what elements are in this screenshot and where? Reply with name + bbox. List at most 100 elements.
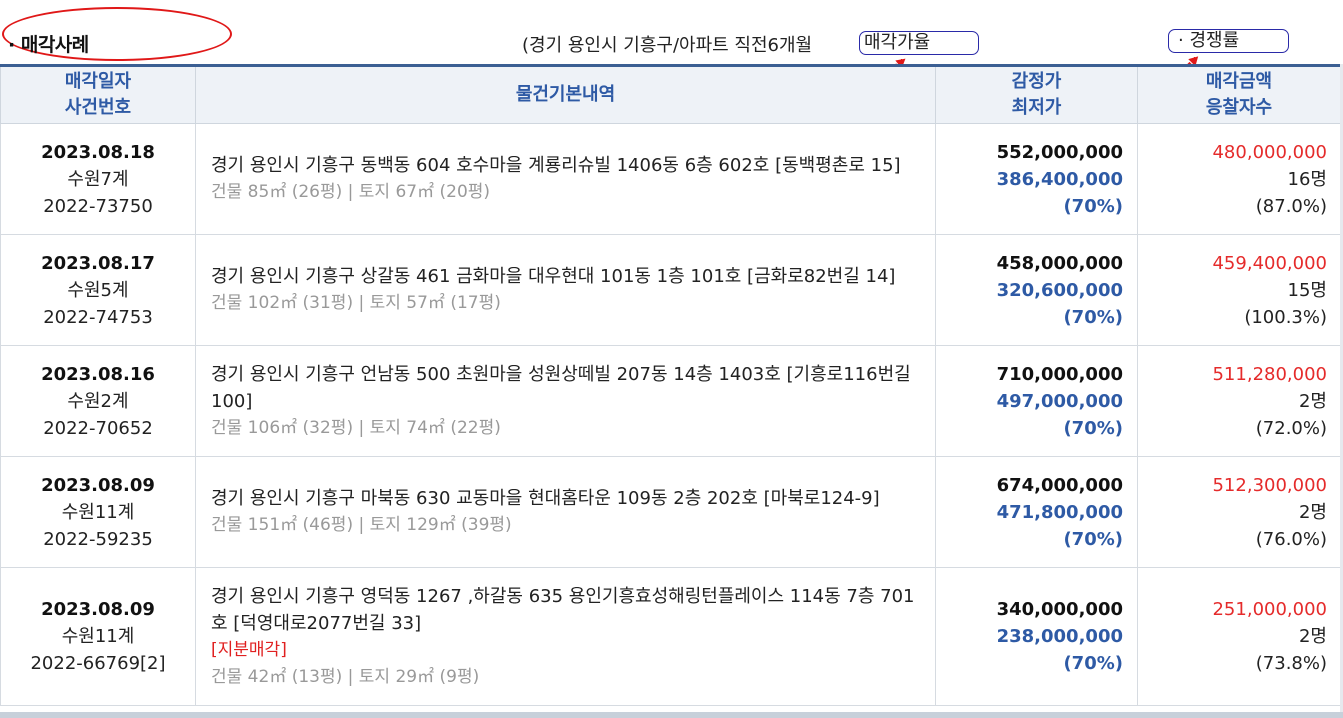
cell-price: 340,000,000 238,000,000 (70%) (935, 567, 1138, 706)
sale-rate: (73.8%) (1255, 653, 1327, 674)
cell-date-case: 2023.08.09 수원11계 2022-66769[2] (0, 567, 196, 706)
cell-sale: 512,300,000 2명 (76.0%) (1137, 456, 1341, 568)
bidder-count: 15명 (1287, 279, 1327, 301)
cell-sale: 251,000,000 2명 (73.8%) (1137, 567, 1341, 706)
bidder-count: 2명 (1298, 390, 1327, 412)
cell-date-case: 2023.08.18 수원7계 2022-73750 (0, 123, 196, 235)
table-row[interactable]: 2023.08.16 수원2계 2022-70652 경기 용인시 기흥구 언남… (0, 345, 1341, 457)
property-address-link[interactable]: 경기 용인시 기흥구 상갈동 461 금화마을 대우현대 101동 1층 101… (211, 263, 921, 290)
sale-date: 2023.08.09 (41, 599, 155, 620)
sale-date: 2023.08.18 (41, 141, 155, 163)
section-header: · 매각사례 (경기 용인시 기흥구/아파트 직전6개월 매각가율 · 경쟁률 (0, 0, 1343, 81)
competition-rate-button[interactable]: · 경쟁률 (1168, 29, 1289, 53)
cell-price: 674,000,000 471,800,000 (70%) (935, 456, 1138, 568)
table-header-row: 매각일자 사건번호 물건기본내역 감정가 최저가 매각금액 응찰자수 (0, 65, 1341, 124)
column-header-date: 매각일자 사건번호 (0, 65, 196, 124)
minimum-price: 238,000,000 (996, 626, 1123, 647)
column-header-info: 물건기본내역 (195, 65, 936, 124)
bidder-count: 2명 (1298, 626, 1327, 647)
case-number[interactable]: 2022-66769[2] (1, 650, 195, 677)
sale-date: 2023.08.17 (41, 252, 155, 274)
court-division: 수원11계 (61, 501, 135, 523)
minimum-percent: (70%) (1063, 306, 1123, 328)
column-header-line: 응찰자수 (1205, 97, 1273, 118)
court-division: 수원5계 (67, 279, 129, 301)
sale-rate-button[interactable]: 매각가율 (859, 31, 979, 55)
cell-sale: 511,280,000 2명 (72.0%) (1137, 345, 1341, 457)
appraisal-price: 674,000,000 (996, 474, 1123, 496)
column-header-line: 사건번호 (64, 97, 132, 118)
column-header-line: 물건기본내역 (515, 84, 616, 105)
sale-amount: 512,300,000 (1212, 474, 1327, 496)
sale-date: 2023.08.16 (41, 363, 155, 385)
minimum-price: 386,400,000 (996, 168, 1123, 190)
property-area: 건물 42㎡ (13평) | 토지 29㎡ (9평) (211, 666, 480, 687)
column-header-line: 감정가 (1011, 71, 1062, 92)
column-header-line: 매각일자 (64, 71, 132, 92)
cell-date-case: 2023.08.17 수원5계 2022-74753 (0, 234, 196, 346)
property-address-link[interactable]: 경기 용인시 기흥구 마북동 630 교동마을 현대홈타운 109동 2층 20… (211, 485, 921, 512)
sale-rate: (76.0%) (1255, 528, 1327, 550)
auction-results-table: 매각일자 사건번호 물건기본내역 감정가 최저가 매각금액 응찰자수 2023.… (0, 64, 1341, 706)
case-number[interactable]: 2022-73750 (1, 193, 195, 220)
bidder-count: 2명 (1298, 501, 1327, 523)
table-row[interactable]: 2023.08.17 수원5계 2022-74753 경기 용인시 기흥구 상갈… (0, 234, 1341, 346)
sale-amount: 251,000,000 (1212, 599, 1327, 620)
minimum-price: 497,000,000 (996, 390, 1123, 412)
column-header-line: 최저가 (1011, 97, 1062, 118)
column-header-price: 감정가 최저가 (935, 65, 1138, 124)
appraisal-price: 552,000,000 (996, 141, 1123, 163)
filter-summary: (경기 용인시 기흥구/아파트 직전6개월 (522, 35, 813, 56)
section-title-text: 매각사례 (20, 34, 89, 56)
cell-property-info: 경기 용인시 기흥구 영덕동 1267 ,하갈동 635 용인기흥효성해링턴플레… (195, 567, 936, 706)
case-number[interactable]: 2022-59235 (1, 526, 195, 553)
sale-amount: 480,000,000 (1212, 141, 1327, 163)
property-address-link[interactable]: 경기 용인시 기흥구 언남동 500 초원마을 성원상떼빌 207동 14층 1… (211, 361, 921, 415)
sale-amount: 511,280,000 (1212, 363, 1327, 385)
minimum-price: 320,600,000 (996, 279, 1123, 301)
share-sale-tag: [지분매각] (211, 639, 287, 660)
property-address-link[interactable]: 경기 용인시 기흥구 영덕동 1267 ,하갈동 635 용인기흥효성해링턴플레… (211, 583, 921, 637)
cell-price: 458,000,000 320,600,000 (70%) (935, 234, 1138, 346)
cell-date-case: 2023.08.16 수원2계 2022-70652 (0, 345, 196, 457)
sale-rate: (87.0%) (1255, 195, 1327, 217)
minimum-percent: (70%) (1063, 417, 1123, 439)
sale-amount: 459,400,000 (1212, 252, 1327, 274)
property-area: 건물 102㎡ (31평) | 토지 57㎡ (17평) (211, 293, 501, 313)
property-area: 건물 85㎡ (26평) | 토지 67㎡ (20평) (211, 182, 491, 202)
bidder-count: 16명 (1287, 168, 1327, 190)
sale-rate: (100.3%) (1244, 306, 1327, 328)
table-row[interactable]: 2023.08.09 수원11계 2022-66769[2] 경기 용인시 기흥… (0, 567, 1341, 706)
appraisal-price: 340,000,000 (996, 599, 1123, 620)
court-division: 수원7계 (67, 168, 129, 190)
cell-sale: 459,400,000 15명 (100.3%) (1137, 234, 1341, 346)
table-row[interactable]: 2023.08.09 수원11계 2022-59235 경기 용인시 기흥구 마… (0, 456, 1341, 568)
cell-price: 710,000,000 497,000,000 (70%) (935, 345, 1138, 457)
bottom-border (0, 712, 1343, 718)
minimum-price: 471,800,000 (996, 501, 1123, 523)
column-header-line: 매각금액 (1205, 71, 1273, 92)
sale-date: 2023.08.09 (41, 474, 155, 496)
minimum-percent: (70%) (1063, 653, 1123, 674)
cell-sale: 480,000,000 16명 (87.0%) (1137, 123, 1341, 235)
cell-property-info: 경기 용인시 기흥구 언남동 500 초원마을 성원상떼빌 207동 14층 1… (195, 345, 936, 457)
minimum-percent: (70%) (1063, 528, 1123, 550)
sale-rate: (72.0%) (1255, 417, 1327, 439)
appraisal-price: 458,000,000 (996, 252, 1123, 274)
case-number[interactable]: 2022-74753 (1, 304, 195, 331)
court-division: 수원2계 (67, 390, 129, 412)
cell-property-info: 경기 용인시 기흥구 상갈동 461 금화마을 대우현대 101동 1층 101… (195, 234, 936, 346)
section-title: · 매각사례 (8, 34, 89, 56)
cell-property-info: 경기 용인시 기흥구 마북동 630 교동마을 현대홈타운 109동 2층 20… (195, 456, 936, 568)
case-number[interactable]: 2022-70652 (1, 415, 195, 442)
property-area: 건물 106㎡ (32평) | 토지 74㎡ (22평) (211, 417, 501, 438)
court-division: 수원11계 (61, 626, 135, 647)
cell-property-info: 경기 용인시 기흥구 동백동 604 호수마을 계룡리슈빌 1406동 6층 6… (195, 123, 936, 235)
property-area: 건물 151㎡ (46평) | 토지 129㎡ (39평) (211, 515, 512, 535)
cell-price: 552,000,000 386,400,000 (70%) (935, 123, 1138, 235)
property-address-link[interactable]: 경기 용인시 기흥구 동백동 604 호수마을 계룡리슈빌 1406동 6층 6… (211, 152, 921, 179)
column-header-sale: 매각금액 응찰자수 (1137, 65, 1341, 124)
minimum-percent: (70%) (1063, 195, 1123, 217)
table-row[interactable]: 2023.08.18 수원7계 2022-73750 경기 용인시 기흥구 동백… (0, 123, 1341, 235)
appraisal-price: 710,000,000 (996, 363, 1123, 385)
